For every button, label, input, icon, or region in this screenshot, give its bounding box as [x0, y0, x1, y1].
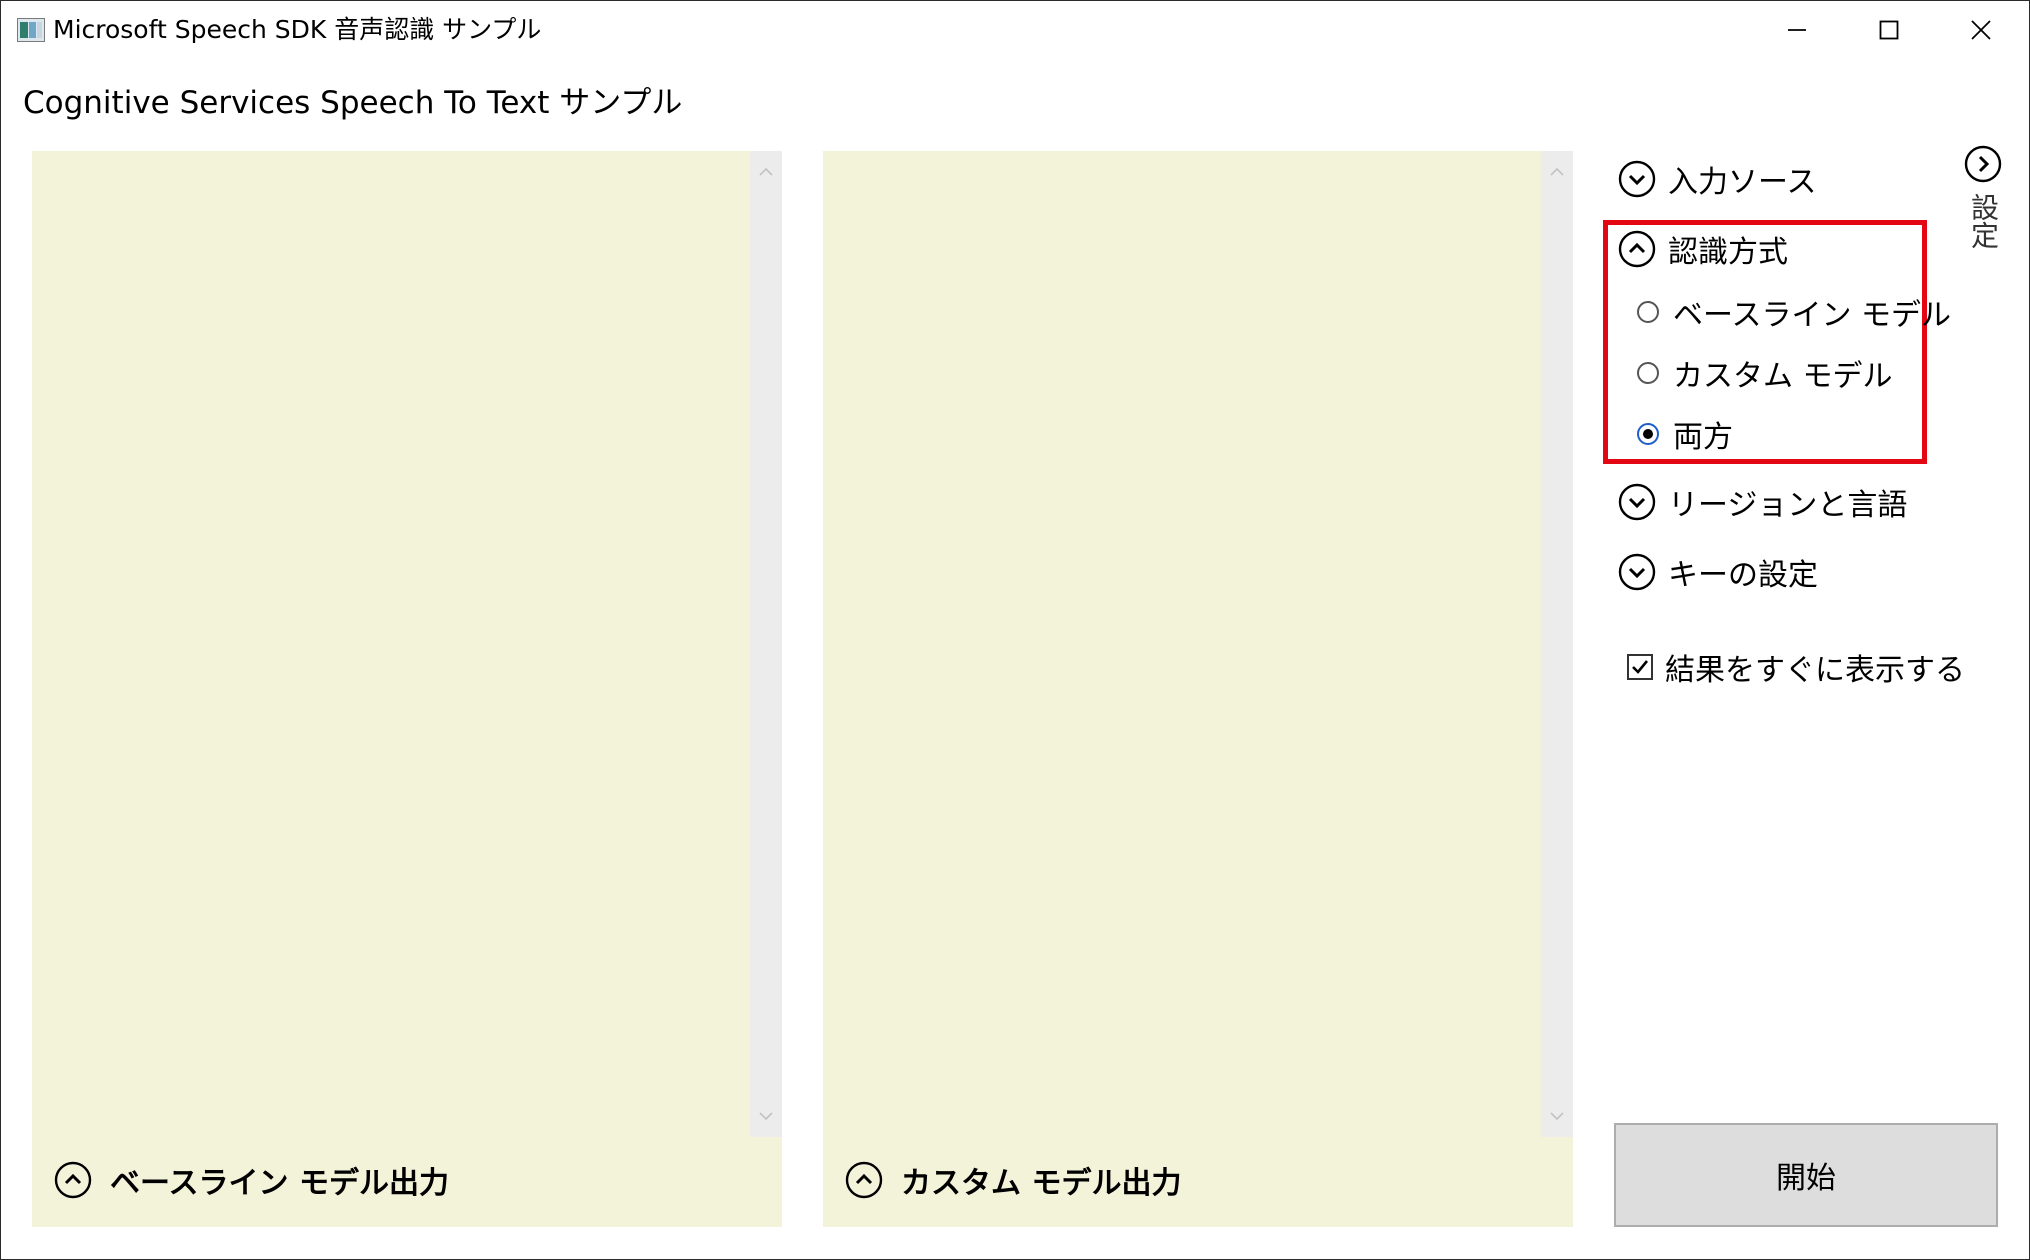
key-settings-label: キーの設定: [1668, 558, 1818, 593]
checkmark-icon: [1632, 660, 1649, 674]
radio-label: カスタム モデル: [1673, 359, 1893, 394]
settings-tab-label: 設定: [1967, 193, 2000, 249]
page-title: Cognitive Services Speech To Text サンプル: [23, 85, 683, 121]
chevron-up-circle-icon[interactable]: [845, 1161, 883, 1199]
show-results-immediately-label: 結果をすぐに表示する: [1665, 653, 1965, 688]
chevron-down-icon: [759, 1112, 773, 1121]
scroll-down-button[interactable]: [750, 1101, 782, 1131]
start-button[interactable]: 開始: [1614, 1123, 1998, 1227]
app-icon: [17, 18, 45, 42]
recognition-mode-label: 認識方式: [1668, 235, 1788, 270]
window-title: Microsoft Speech SDK 音声認識 サンプル: [53, 15, 542, 44]
chevron-up-circle-icon: [1618, 230, 1656, 268]
settings-pane-toggle[interactable]: 設定: [1963, 145, 2003, 249]
radio-button-selected[interactable]: [1637, 423, 1659, 445]
radio-label: 両方: [1673, 420, 1733, 455]
custom-output-panel[interactable]: カスタム モデル出力: [823, 151, 1573, 1227]
custom-output-scrollbar[interactable]: [1541, 151, 1573, 1137]
chevron-down-circle-icon: [1618, 483, 1656, 521]
chevron-down-circle-icon: [1618, 553, 1656, 591]
close-button[interactable]: [1935, 1, 2027, 59]
radio-both[interactable]: 両方: [1637, 411, 1733, 457]
minimize-icon: [1788, 29, 1806, 31]
maximize-icon: [1879, 20, 1899, 40]
chevron-up-icon: [759, 167, 773, 176]
radio-label: ベースライン モデル: [1673, 298, 1952, 333]
scroll-down-button[interactable]: [1541, 1101, 1573, 1131]
region-language-expander[interactable]: リージョンと言語: [1618, 477, 1907, 527]
region-language-label: リージョンと言語: [1668, 488, 1908, 523]
key-settings-expander[interactable]: キーの設定: [1618, 547, 1818, 597]
radio-custom-model[interactable]: カスタム モデル: [1637, 350, 1893, 396]
custom-output-label: カスタム モデル出力: [901, 1166, 1182, 1201]
scroll-up-button[interactable]: [750, 157, 782, 187]
baseline-output-label: ベースライン モデル出力: [110, 1166, 449, 1201]
radio-baseline-model[interactable]: ベースライン モデル: [1637, 289, 1951, 335]
input-source-expander[interactable]: 入力ソース: [1618, 154, 1817, 204]
checkbox[interactable]: [1627, 654, 1653, 680]
recognition-mode-expander[interactable]: 認識方式: [1618, 224, 1788, 274]
baseline-output-toggle[interactable]: ベースライン モデル出力: [54, 1155, 449, 1205]
app-window: Microsoft Speech SDK 音声認識 サンプル Cognitive…: [0, 0, 2030, 1260]
baseline-output-scrollbar[interactable]: [750, 151, 782, 1137]
chevron-up-icon: [1550, 167, 1564, 176]
chevron-down-icon: [1550, 1112, 1564, 1121]
radio-button[interactable]: [1637, 301, 1659, 323]
custom-output-toggle[interactable]: カスタム モデル出力: [845, 1155, 1181, 1205]
chevron-up-circle-icon[interactable]: [54, 1161, 92, 1199]
show-results-immediately-checkbox[interactable]: 結果をすぐに表示する: [1627, 644, 1965, 690]
minimize-button[interactable]: [1751, 1, 1843, 59]
scroll-up-button[interactable]: [1541, 157, 1573, 187]
title-bar[interactable]: Microsoft Speech SDK 音声認識 サンプル: [1, 1, 2029, 59]
baseline-output-panel[interactable]: ベースライン モデル出力: [32, 151, 782, 1227]
chevron-right-circle-icon[interactable]: [1964, 145, 2002, 183]
input-source-label: 入力ソース: [1668, 165, 1817, 200]
chevron-down-circle-icon: [1618, 160, 1656, 198]
radio-button[interactable]: [1637, 362, 1659, 384]
maximize-button[interactable]: [1843, 1, 1935, 59]
close-icon: [1971, 20, 1991, 40]
